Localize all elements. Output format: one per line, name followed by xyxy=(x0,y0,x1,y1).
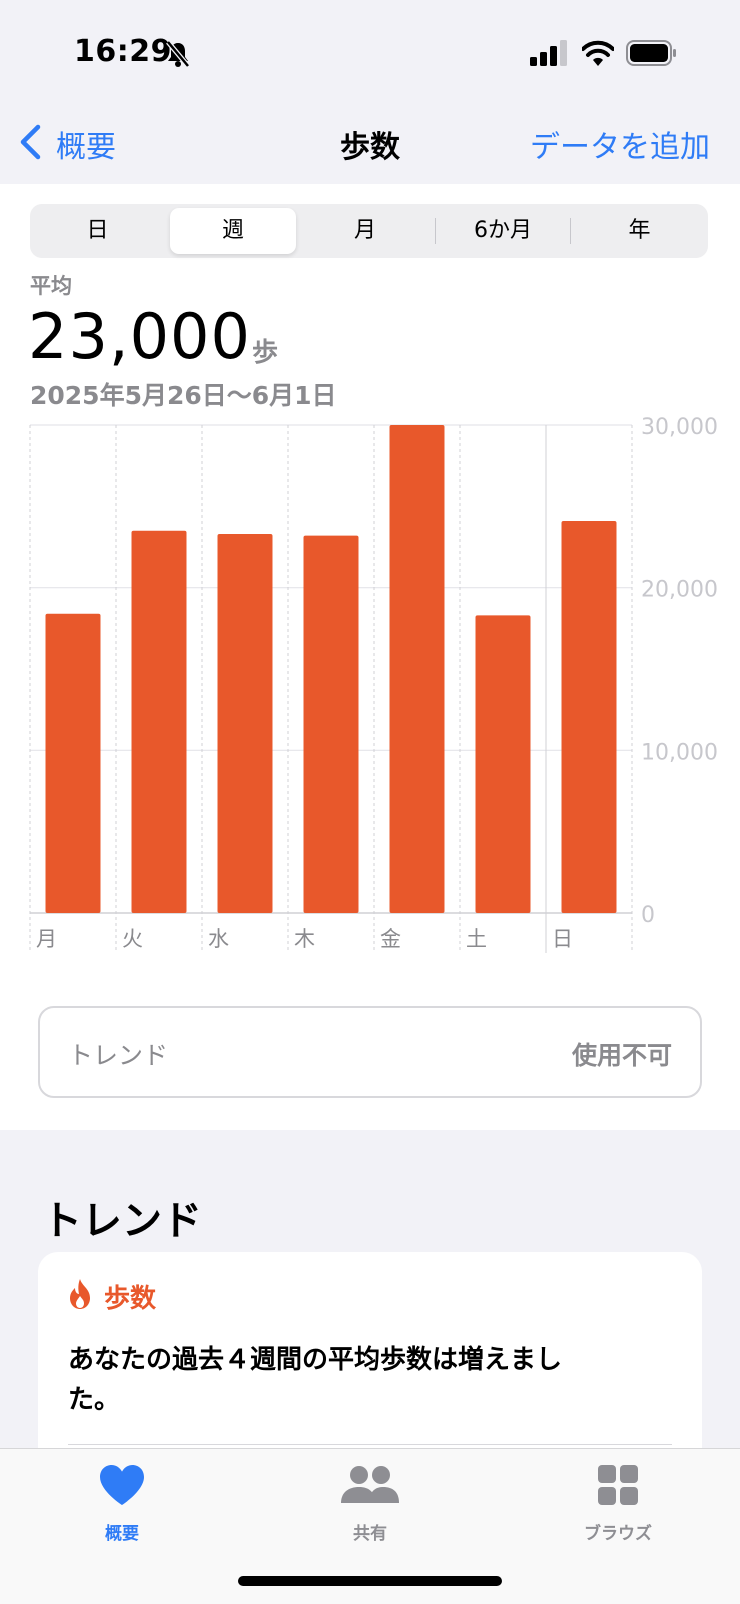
cellular-signal-icon xyxy=(530,40,567,66)
steps-bar-chart[interactable]: 月 火 水 木 金 土 日 0 10,000 20,000 30,000 xyxy=(0,400,740,960)
bar-木[interactable] xyxy=(303,535,359,913)
home-indicator xyxy=(238,1576,502,1586)
trend-status-value: 使用不可 xyxy=(571,1041,672,1070)
battery-icon xyxy=(626,40,676,66)
tab-sharing-label: 共有 xyxy=(353,1524,387,1544)
heart-icon xyxy=(100,1465,144,1505)
average-label: 平均 xyxy=(30,274,72,298)
x-tick-label: 土 xyxy=(466,927,487,951)
x-tick-label: 火 xyxy=(122,927,143,951)
bar-火[interactable] xyxy=(131,530,187,913)
tab-summary-label: 概要 xyxy=(105,1524,139,1544)
trend-status-label: トレンド xyxy=(68,1041,169,1070)
wifi-icon xyxy=(582,40,614,66)
tab-sharing[interactable]: 共有 xyxy=(290,1449,450,1559)
bell-muted-icon xyxy=(166,40,190,68)
y-tick-label: 0 xyxy=(641,903,655,928)
add-data-button[interactable]: データを追加 xyxy=(530,122,710,166)
tab-browse-label: ブラウズ xyxy=(584,1524,652,1544)
x-tick-label: 水 xyxy=(208,927,229,951)
tab-browse[interactable]: ブラウズ xyxy=(538,1449,698,1559)
trend-card-text: あなたの過去４週間の平均歩数は増えました。 xyxy=(68,1345,563,1415)
average-unit: 歩 xyxy=(252,338,279,368)
y-tick-label: 30,000 xyxy=(641,415,718,440)
segment-week[interactable]: 週 xyxy=(170,204,296,258)
trend-card-title: 歩数 xyxy=(104,1284,157,1314)
y-tick-label: 10,000 xyxy=(641,740,718,765)
segment-year[interactable]: 年 xyxy=(571,204,708,258)
segment-day[interactable]: 日 xyxy=(30,204,165,258)
x-tick-label: 日 xyxy=(552,927,573,951)
bar-水[interactable] xyxy=(217,533,273,913)
x-tick-label: 木 xyxy=(294,927,315,951)
divider xyxy=(68,1444,672,1445)
status-bar: 16:29 xyxy=(0,0,740,100)
people-icon xyxy=(341,1466,399,1503)
bar-土[interactable] xyxy=(475,615,531,913)
segment-six-months[interactable]: 6か月 xyxy=(436,204,570,258)
flame-icon xyxy=(70,1279,90,1309)
x-tick-label: 月 xyxy=(36,927,57,951)
bar-金[interactable] xyxy=(389,425,445,913)
grid-icon xyxy=(598,1465,638,1505)
trend-status-box[interactable]: トレンド 使用不可 xyxy=(38,1006,702,1098)
status-time: 16:29 xyxy=(74,34,172,69)
average-value: 23,000 xyxy=(28,300,251,373)
segment-month[interactable]: 月 xyxy=(296,204,434,258)
bar-月[interactable] xyxy=(45,613,101,913)
x-tick-label: 金 xyxy=(380,927,401,951)
bar-日[interactable] xyxy=(561,520,617,913)
trends-section-title: トレンド xyxy=(42,1198,202,1244)
tab-summary[interactable]: 概要 xyxy=(42,1449,202,1559)
y-tick-label: 20,000 xyxy=(641,578,718,603)
period-segmented-control: 日 週 月 6か月 年 xyxy=(30,204,708,258)
